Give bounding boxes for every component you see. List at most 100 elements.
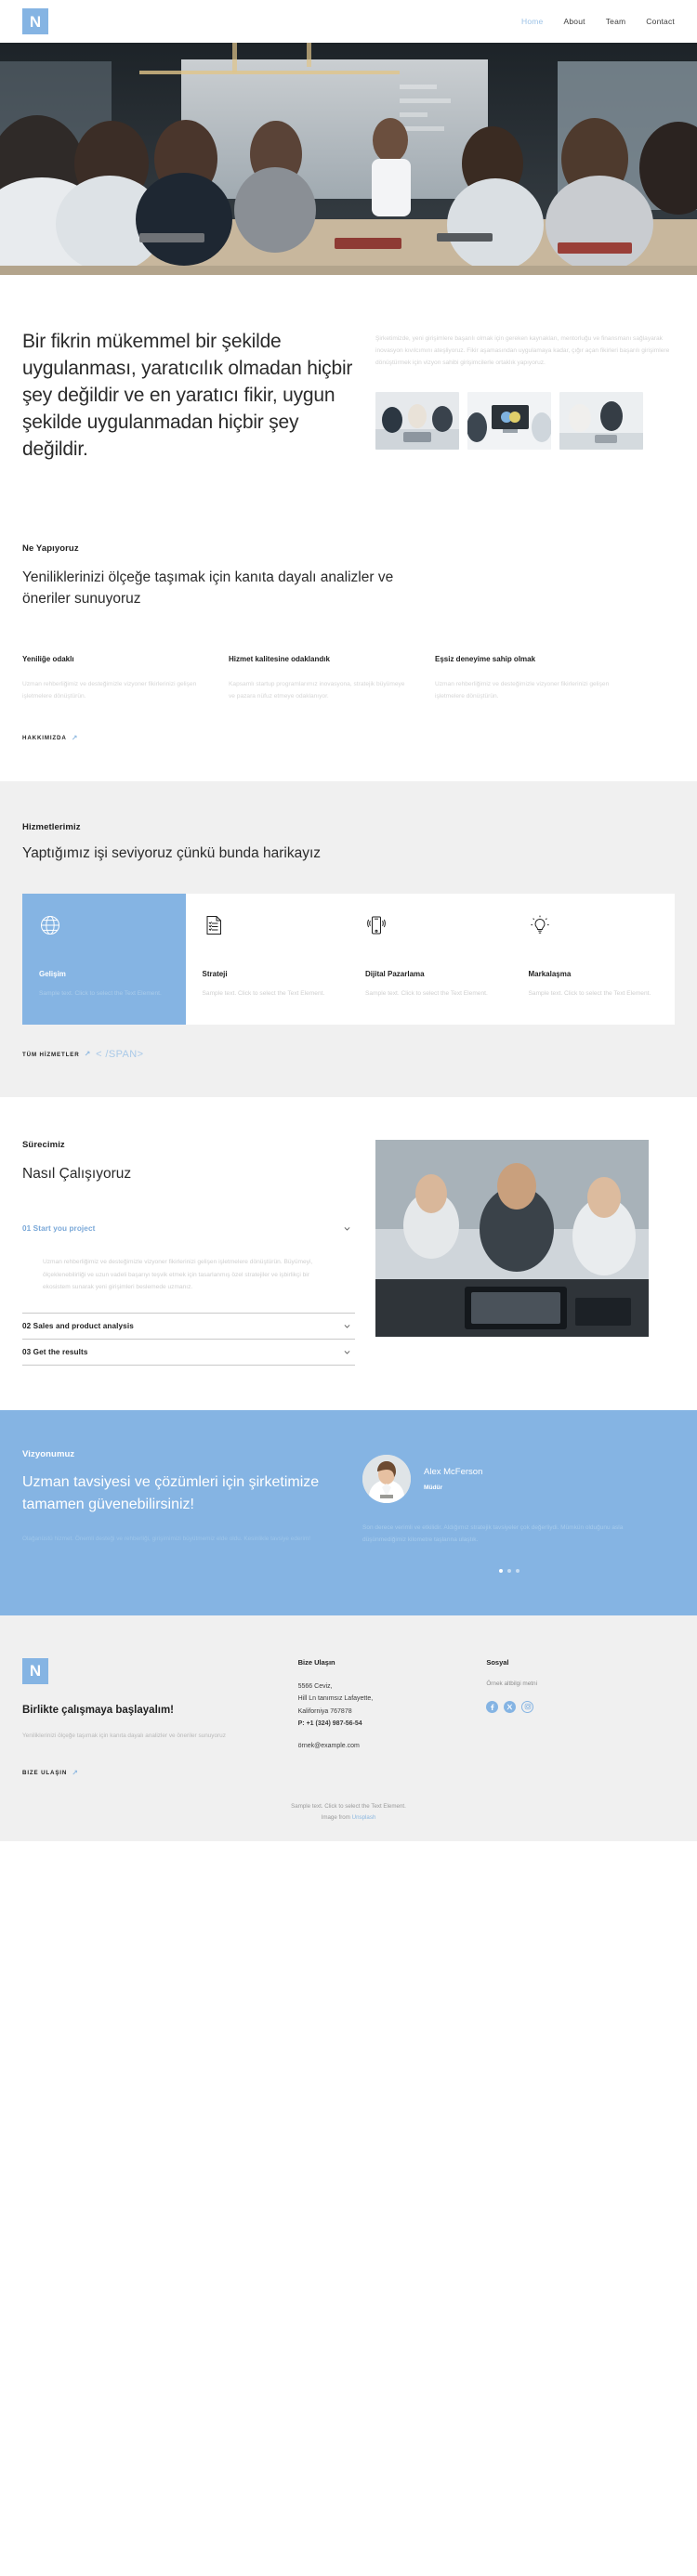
accordion-title: 02 Sales and product analysis xyxy=(22,1321,134,1330)
footer-contact-label: BIZE ULAŞIN xyxy=(22,1770,68,1777)
service-cards: Gelişim Sample text. Click to select the… xyxy=(22,894,675,1026)
carousel-dot-3[interactable] xyxy=(516,1568,519,1573)
footer-cta-text: Yeniliklerinizi ölçeğe taşımak için kanı… xyxy=(22,1732,226,1739)
service-title: Gelişim xyxy=(39,970,66,979)
service-text: Sample text. Click to select the Text El… xyxy=(528,990,651,998)
footer-logo[interactable]: N xyxy=(22,1657,48,1684)
x-twitter-icon[interactable] xyxy=(504,1700,517,1713)
intro-section: Bir fikrin mükemmel bir şekilde uygulanm… xyxy=(0,275,697,501)
social-links xyxy=(486,1700,675,1713)
vision-title: Uzman tavsiyesi ve çözümleri için şirket… xyxy=(22,1473,320,1512)
all-services-label: TÜM HİZMETLER xyxy=(22,1051,80,1058)
service-text: Sample text. Click to select the Text El… xyxy=(202,990,325,998)
service-text: Sample text. Click to select the Text El… xyxy=(39,990,162,998)
vision-right-col: Alex McFerson Müdür Son derece verimli v… xyxy=(362,1449,656,1573)
intro-thumbnails xyxy=(375,391,675,450)
service-card-markalasma[interactable]: Markalaşma Sample text. Click to select … xyxy=(511,894,675,1026)
site-header: N Home About Team Contact xyxy=(0,0,697,43)
accordion-header-1[interactable]: 01 Start you project xyxy=(22,1216,355,1241)
footer-address-line-3: Kaliforniya 767878 xyxy=(297,1707,352,1715)
process-accordion: 01 Start you project Uzman rehberliğimiz… xyxy=(22,1216,355,1366)
copyright-bar: Sample text. Click to select the Text El… xyxy=(0,1779,697,1842)
accordion-item-3[interactable]: 03 Get the results xyxy=(22,1340,355,1366)
vision-left-col: Vizyonumuz Uzman tavsiyesi ve çözümleri … xyxy=(22,1449,338,1573)
whatwedo-eyebrow: Ne Yapıyoruz xyxy=(22,543,79,554)
instagram-icon[interactable] xyxy=(521,1700,534,1713)
arrow-northeast-icon: ↗ xyxy=(84,1050,92,1059)
process-photo xyxy=(375,1140,649,1366)
arrow-northeast-icon: ↗ xyxy=(72,1768,79,1777)
copyright-line-1: Sample text. Click to select the Text El… xyxy=(291,1803,406,1811)
intro-thumb-1 xyxy=(375,391,459,450)
nav-item-home[interactable]: Home xyxy=(521,17,543,26)
footer-address-line-2: Hill Ln tanımsız Lafayette, xyxy=(297,1695,374,1703)
landing-page: N Home About Team Contact Bir fikrin mük… xyxy=(0,0,697,1842)
facebook-icon[interactable] xyxy=(486,1700,499,1713)
person-meta: Alex McFerson Müdür xyxy=(424,1467,482,1491)
accordion-title: 01 Start you project xyxy=(22,1224,96,1234)
chevron-down-icon[interactable] xyxy=(343,1348,351,1356)
process-eyebrow: Sürecimiz xyxy=(22,1140,65,1151)
testimonial-person: Alex McFerson Müdür xyxy=(362,1454,656,1503)
footer-social-note: Örnek altbilgi metni xyxy=(486,1680,538,1687)
service-card-dijital-pazarlama[interactable]: Dijital Pazarlama Sample text. Click to … xyxy=(348,894,512,1026)
what-we-do-section: Ne Yapıyoruz Yeniliklerinizi ölçeğe taşı… xyxy=(0,501,697,744)
unsplash-link[interactable]: Unsplash xyxy=(352,1814,376,1821)
feature-item: Hizmet kalitesine odaklandık Kapsamlı st… xyxy=(229,654,435,702)
nav-item-contact[interactable]: Contact xyxy=(646,17,675,26)
main-nav: Home About Team Contact xyxy=(521,17,675,26)
mobile-signal-icon xyxy=(365,914,495,946)
chevron-down-icon[interactable] xyxy=(343,1224,351,1233)
testimonial-quote: Son derece verimli ve etkilidir. Aldığım… xyxy=(362,1523,624,1544)
footer-contact-link[interactable]: BIZE ULAŞIN ↗ xyxy=(22,1768,79,1777)
process-section: Sürecimiz Nasıl Çalışıyoruz 01 Start you… xyxy=(0,1097,697,1410)
intro-thumb-2 xyxy=(467,391,551,450)
carousel-dot-2[interactable] xyxy=(507,1568,511,1573)
globe-icon xyxy=(39,914,169,946)
person-name: Alex McFerson xyxy=(424,1466,483,1477)
services-eyebrow: Hizmetlerimiz xyxy=(22,822,81,833)
feature-text: Uzman rehberliğimiz ve desteğimizle vizy… xyxy=(22,680,197,700)
logo[interactable]: N xyxy=(22,8,48,34)
footer-email[interactable]: örnek@example.com xyxy=(298,1743,487,1749)
services-title: Yaptığımız işi seviyoruz çünkü bunda har… xyxy=(22,845,322,862)
carousel-dot-1[interactable] xyxy=(499,1568,503,1573)
accordion-body-1: Uzman rehberliğimiz ve desteğimizle vizy… xyxy=(22,1241,355,1313)
accordion-header-2[interactable]: 02 Sales and product analysis xyxy=(22,1314,355,1339)
service-card-gelisim[interactable]: Gelişim Sample text. Click to select the… xyxy=(22,894,186,1026)
all-services-row: TÜM HİZMETLER ↗ < /SPAN> xyxy=(22,1049,675,1060)
intro-text-col: Şirketimizde, yeni girişimlere başarılı … xyxy=(375,329,675,464)
chevron-down-icon[interactable] xyxy=(343,1322,351,1330)
feature-item: Yeniliğe odaklı Uzman rehberliğimiz ve d… xyxy=(22,654,229,702)
about-us-label: HAKKIMIZDA xyxy=(22,735,67,742)
intro-thumb-3 xyxy=(559,391,643,450)
all-services-link[interactable]: TÜM HİZMETLER ↗ xyxy=(22,1051,91,1058)
footer-address-line-1: 5566 Ceviz, xyxy=(297,1682,333,1690)
services-section: Hizmetlerimiz Yaptığımız işi seviyoruz ç… xyxy=(0,781,697,1098)
document-list-icon xyxy=(203,914,333,946)
process-left-col: Sürecimiz Nasıl Çalışıyoruz 01 Start you… xyxy=(22,1140,355,1366)
intro-heading: Bir fikrin mükemmel bir şekilde uygulanm… xyxy=(22,331,353,460)
footer-phone[interactable]: P: +1 (324) 987-56-54 xyxy=(298,1718,487,1731)
feature-item: Eşsiz deneyime sahip olmak Uzman rehberl… xyxy=(435,654,641,702)
nav-item-team[interactable]: Team xyxy=(606,17,626,26)
service-card-strateji[interactable]: Strateji Sample text. Click to select th… xyxy=(185,894,348,1026)
accordion-header-3[interactable]: 03 Get the results xyxy=(22,1340,355,1365)
service-title: Dijital Pazarlama xyxy=(365,970,425,979)
copyright-line-2: Image from Unsplash xyxy=(22,1814,675,1821)
arrow-northeast-icon: ↗ xyxy=(71,733,79,742)
footer-brand-col: N Birlikte çalışmaya başlayalım! Yenilik… xyxy=(22,1657,298,1780)
avatar xyxy=(362,1454,411,1503)
footer-contact-heading: Bize Ulaşın xyxy=(297,1657,335,1667)
accordion-item-1[interactable]: 01 Start you project Uzman rehberliğimiz… xyxy=(22,1216,355,1314)
about-us-link[interactable]: HAKKIMIZDA ↗ xyxy=(22,733,79,742)
footer-cta-title: Birlikte çalışmaya başlayalım! xyxy=(22,1704,175,1716)
footer-social-col: Sosyal Örnek altbilgi metni xyxy=(486,1658,675,1780)
nav-item-about[interactable]: About xyxy=(563,17,585,26)
copyright-prefix: Image from xyxy=(321,1814,352,1822)
intro-heading-col: Bir fikrin mükemmel bir şekilde uygulanm… xyxy=(22,329,375,464)
intro-paragraph: Şirketimizde, yeni girişimlere başarılı … xyxy=(375,335,670,367)
service-text: Sample text. Click to select the Text El… xyxy=(365,990,488,998)
feature-title: Yeniliğe odaklı xyxy=(22,655,74,664)
accordion-item-2[interactable]: 02 Sales and product analysis xyxy=(22,1314,355,1340)
